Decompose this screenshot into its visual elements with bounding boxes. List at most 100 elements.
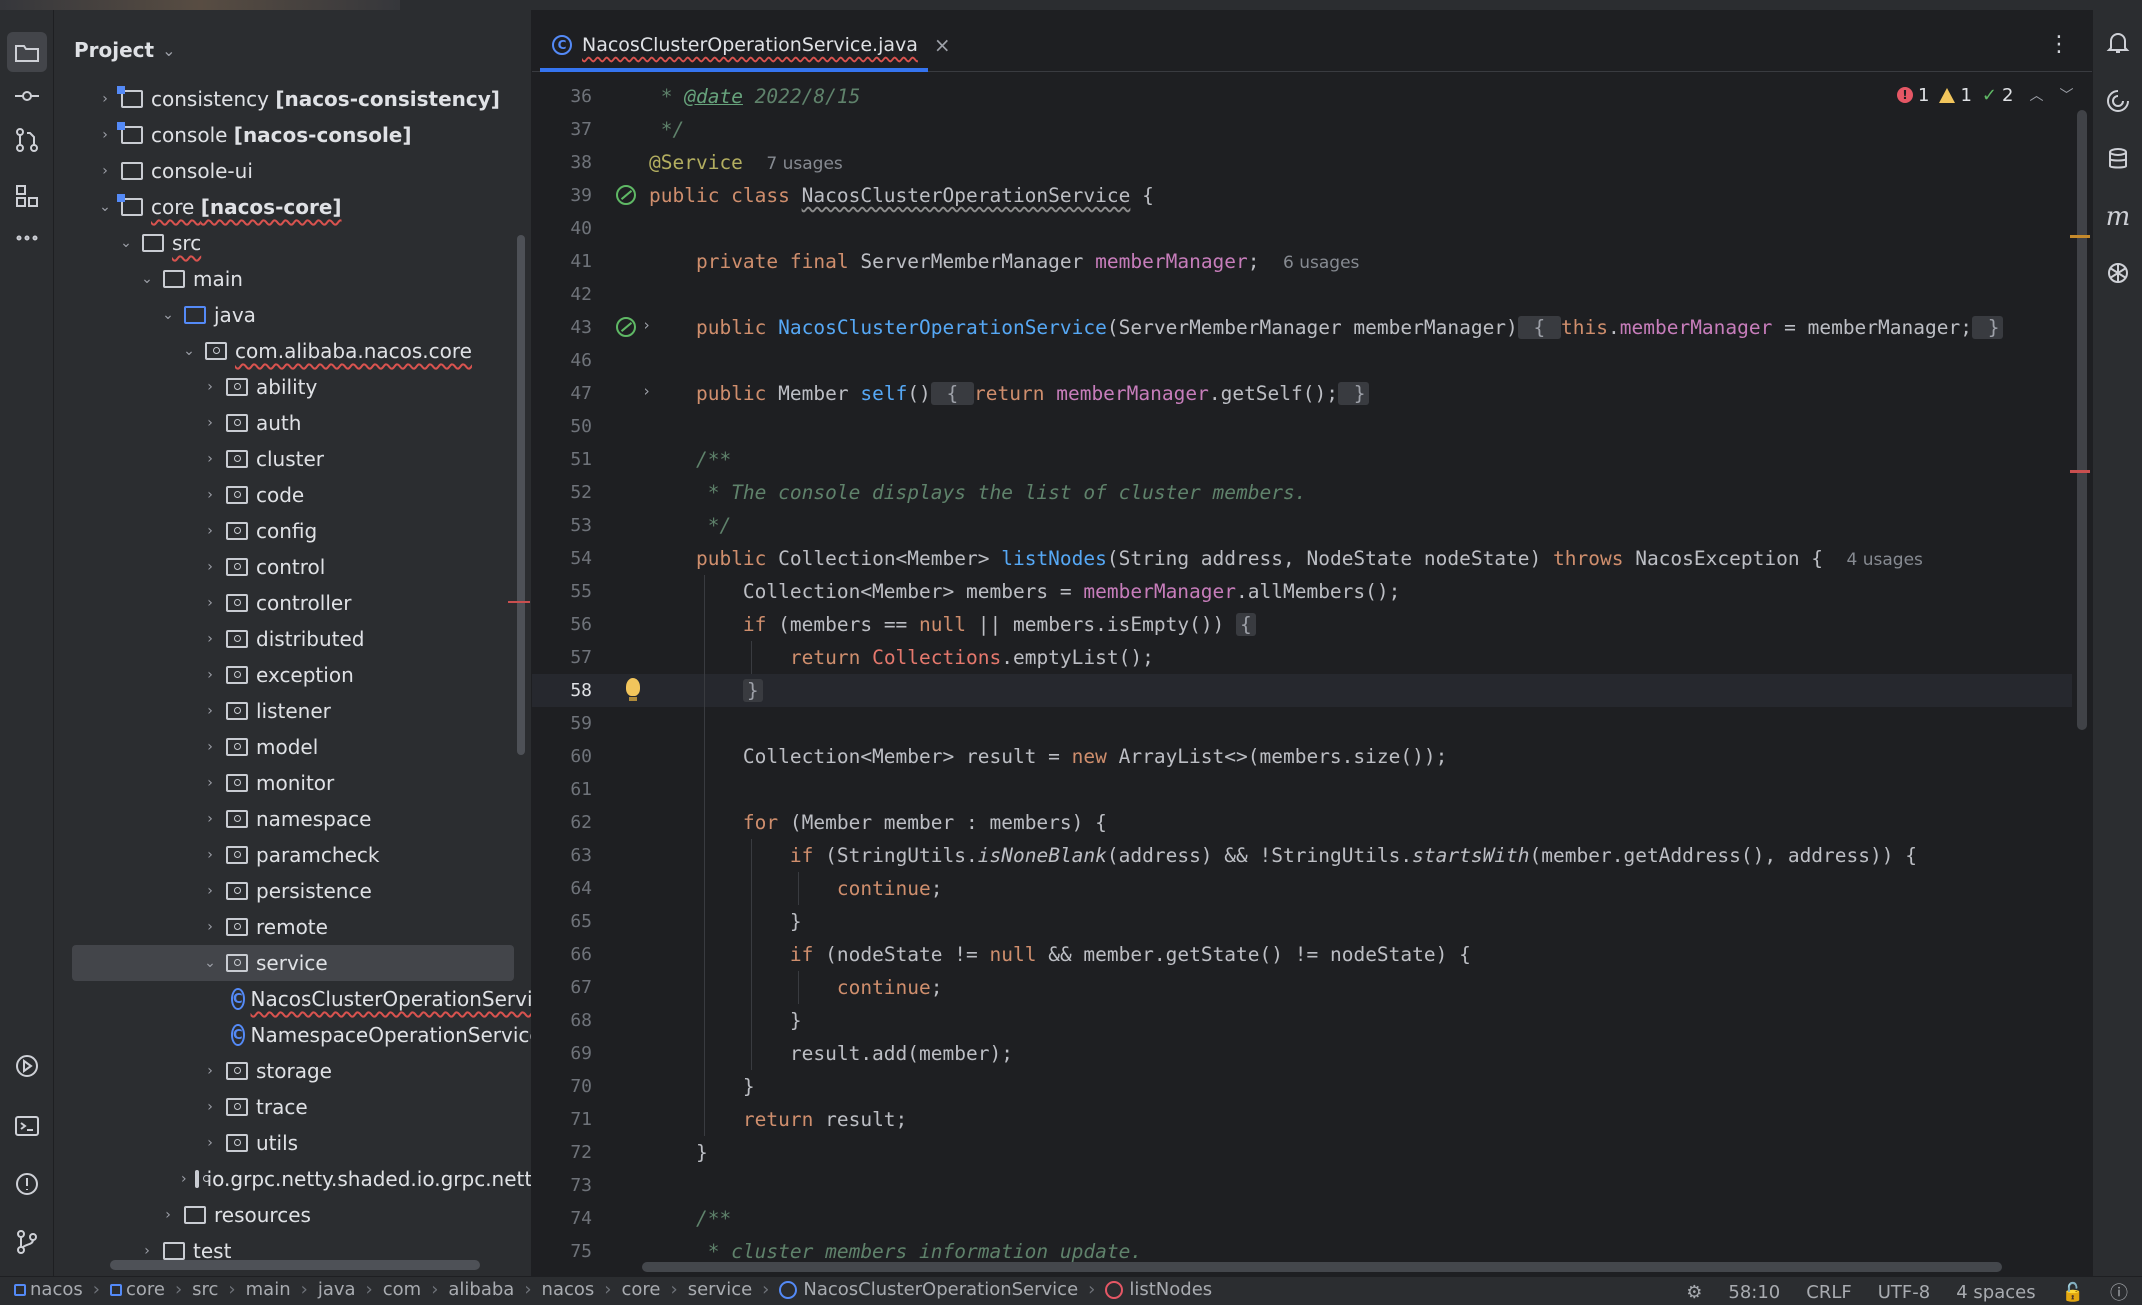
code-line[interactable]: 41 private final ServerMemberManager mem… bbox=[532, 245, 2072, 278]
line-number[interactable]: 46 bbox=[532, 350, 592, 371]
line-number[interactable]: 47 bbox=[532, 383, 592, 404]
code-text[interactable]: * The console displays the list of clust… bbox=[649, 481, 1307, 504]
tree-item-listener[interactable]: › listener bbox=[54, 693, 531, 729]
tree-item-core[interactable]: ⌄ core [nacos-core] bbox=[54, 189, 531, 225]
line-number[interactable]: 56 bbox=[532, 614, 592, 635]
chevron-right-icon[interactable]: › bbox=[97, 163, 113, 179]
breadcrumb-item[interactable]: NacosClusterOperationService bbox=[779, 1279, 1078, 1300]
chevron-right-icon[interactable]: › bbox=[202, 739, 218, 755]
tree-item-main[interactable]: ⌄ main bbox=[54, 261, 531, 297]
project-tree-horizontal-scrollbar[interactable] bbox=[110, 1260, 480, 1270]
code-text[interactable]: continue; bbox=[649, 976, 943, 999]
code-line[interactable]: 66 if (nodeState != null && member.getSt… bbox=[532, 938, 2072, 971]
line-number[interactable]: 75 bbox=[532, 1241, 592, 1262]
tree-item-namespaceoperationservice[interactable]: C NamespaceOperationService bbox=[54, 1017, 531, 1053]
code-text[interactable]: */ bbox=[649, 514, 732, 537]
code-line[interactable]: 61 bbox=[532, 773, 2072, 806]
code-line[interactable]: 36 * @date 2022/8/15 bbox=[532, 80, 2072, 113]
code-text[interactable]: if (StringUtils.isNoneBlank(address) && … bbox=[649, 844, 1917, 867]
line-number[interactable]: 50 bbox=[532, 416, 592, 437]
breadcrumb-item[interactable]: core bbox=[109, 1279, 165, 1300]
code-line[interactable]: 42 bbox=[532, 278, 2072, 311]
code-line[interactable]: 56 if (members == null || members.isEmpt… bbox=[532, 608, 2072, 641]
line-number[interactable]: 65 bbox=[532, 911, 592, 932]
line-number[interactable]: 74 bbox=[532, 1208, 592, 1229]
chevron-right-icon[interactable]: › bbox=[202, 811, 218, 827]
problems-icon[interactable] bbox=[7, 1164, 47, 1204]
breadcrumb-item[interactable]: alibaba bbox=[448, 1279, 514, 1300]
chevron-right-icon[interactable]: › bbox=[202, 451, 218, 467]
openai-icon[interactable] bbox=[2101, 256, 2135, 290]
breadcrumb-item[interactable]: core bbox=[621, 1279, 660, 1300]
chevron-right-icon[interactable]: › bbox=[202, 1063, 218, 1079]
code-text[interactable]: * cluster members information update. bbox=[649, 1240, 1142, 1263]
tree-item-trace[interactable]: › trace bbox=[54, 1089, 531, 1125]
chevron-down-icon[interactable]: ⌄ bbox=[97, 199, 113, 215]
code-line[interactable]: 40 bbox=[532, 212, 2072, 245]
line-number[interactable]: 66 bbox=[532, 944, 592, 965]
code-text[interactable]: } bbox=[649, 1141, 708, 1164]
line-number[interactable]: 71 bbox=[532, 1109, 592, 1130]
code-text[interactable]: continue; bbox=[649, 877, 943, 900]
chevron-right-icon[interactable]: › bbox=[97, 91, 113, 107]
line-number[interactable]: 41 bbox=[532, 251, 592, 272]
commit-icon[interactable] bbox=[7, 76, 47, 116]
chevron-right-icon[interactable]: › bbox=[202, 775, 218, 791]
tree-item-console[interactable]: › console [nacos-console] bbox=[54, 117, 531, 153]
tab-nacos-cluster-operation-service[interactable]: C NacosClusterOperationService.java × bbox=[552, 28, 951, 62]
code-line[interactable]: 57 return Collections.emptyList(); bbox=[532, 641, 2072, 674]
gutter[interactable] bbox=[598, 410, 658, 443]
code-text[interactable]: } bbox=[649, 1075, 755, 1098]
breadcrumb-item[interactable]: com bbox=[383, 1279, 421, 1300]
code-line[interactable]: 69 result.add(member); bbox=[532, 1037, 2072, 1070]
code-text[interactable]: return result; bbox=[649, 1108, 907, 1131]
code-text[interactable]: @Service 7 usages bbox=[649, 151, 843, 174]
file-encoding[interactable]: UTF-8 bbox=[1878, 1282, 1930, 1303]
chevron-down-icon[interactable]: ⌄ bbox=[160, 307, 176, 323]
line-number[interactable]: 38 bbox=[532, 152, 592, 173]
code-line[interactable]: 38 @Service 7 usages bbox=[532, 146, 2072, 179]
code-text[interactable]: if (members == null || members.isEmpty()… bbox=[649, 613, 1256, 636]
more-tools-icon[interactable] bbox=[7, 218, 47, 258]
ai-status-icon[interactable]: ⚙ bbox=[1686, 1282, 1702, 1303]
code-line[interactable]: 39 public class NacosClusterOperationServ… bbox=[532, 179, 2072, 212]
structure-icon[interactable] bbox=[7, 176, 47, 216]
line-number[interactable]: 67 bbox=[532, 977, 592, 998]
line-number[interactable]: 62 bbox=[532, 812, 592, 833]
caret-position[interactable]: 58:10 bbox=[1728, 1282, 1780, 1303]
chevron-right-icon[interactable]: › bbox=[202, 703, 218, 719]
tree-item-distributed[interactable]: › distributed bbox=[54, 621, 531, 657]
code-line[interactable]: 71 return result; bbox=[532, 1103, 2072, 1136]
code-line[interactable]: 50 bbox=[532, 410, 2072, 443]
line-number[interactable]: 42 bbox=[532, 284, 592, 305]
tree-item-model[interactable]: › model bbox=[54, 729, 531, 765]
line-number[interactable]: 37 bbox=[532, 119, 592, 140]
implemented-icon[interactable] bbox=[616, 185, 636, 205]
error-stripe-marker[interactable] bbox=[2070, 470, 2090, 473]
code-line[interactable]: 67 continue; bbox=[532, 971, 2072, 1004]
code-line[interactable]: 55 Collection<Member> members = memberMa… bbox=[532, 575, 2072, 608]
pull-requests-icon[interactable] bbox=[7, 120, 47, 160]
code-line[interactable]: 70 } bbox=[532, 1070, 2072, 1103]
tree-item-config[interactable]: › config bbox=[54, 513, 531, 549]
tree-item-monitor[interactable]: › monitor bbox=[54, 765, 531, 801]
implemented-icon[interactable] bbox=[616, 317, 636, 337]
code-text[interactable]: return Collections.emptyList(); bbox=[649, 646, 1154, 669]
tree-item-nacosclusteroperationservice[interactable]: C NacosClusterOperationService bbox=[54, 981, 531, 1017]
tree-item-com-alibaba-nacos-core[interactable]: ⌄ com.alibaba.nacos.core bbox=[54, 333, 531, 369]
code-line[interactable]: 65 } bbox=[532, 905, 2072, 938]
line-number[interactable]: 36 bbox=[532, 86, 592, 107]
tree-item-namespace[interactable]: › namespace bbox=[54, 801, 531, 837]
line-number[interactable]: 63 bbox=[532, 845, 592, 866]
gutter[interactable] bbox=[598, 707, 658, 740]
tree-item-auth[interactable]: › auth bbox=[54, 405, 531, 441]
code-line[interactable]: 46 bbox=[532, 344, 2072, 377]
gutter[interactable] bbox=[598, 344, 658, 377]
breadcrumb-item[interactable]: src bbox=[192, 1279, 218, 1300]
chevron-right-icon[interactable]: › bbox=[202, 667, 218, 683]
chevron-right-icon[interactable]: › bbox=[202, 487, 218, 503]
tree-item-control[interactable]: › control bbox=[54, 549, 531, 585]
chevron-down-icon[interactable]: ⌄ bbox=[139, 271, 155, 287]
line-number[interactable]: 55 bbox=[532, 581, 592, 602]
more-vertical-icon[interactable]: ⋮ bbox=[2048, 32, 2070, 57]
